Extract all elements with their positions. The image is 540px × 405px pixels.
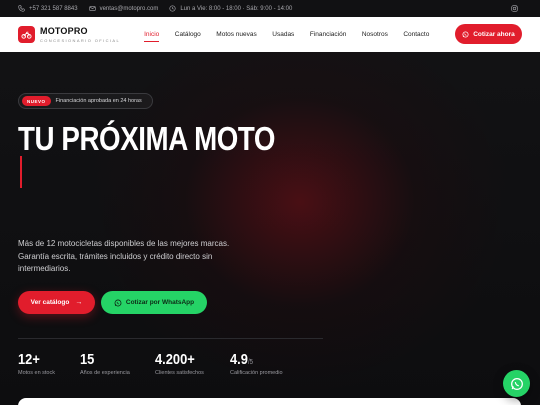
stats-divider bbox=[18, 338, 323, 339]
hero-description: Más de 12 motocicletas disponibles de la… bbox=[18, 239, 230, 273]
hero-title: TU PRÓXIMA MOTO bbox=[18, 120, 276, 157]
whatsapp-icon bbox=[510, 377, 523, 390]
email-contact[interactable]: ventas@motopro.com bbox=[88, 5, 159, 12]
phone-contact[interactable]: +57 321 587 8843 bbox=[18, 5, 78, 12]
cotizar-whatsapp-button[interactable]: Cotizar por WhatsApp bbox=[101, 291, 207, 314]
email-text: ventas@motopro.com bbox=[99, 5, 159, 12]
nav-item-usadas[interactable]: Usadas bbox=[272, 31, 294, 38]
stat-clientes: 4.200+ Clientes satisfechos bbox=[155, 351, 204, 376]
arrow-right-icon: → bbox=[75, 299, 83, 306]
phone-icon bbox=[18, 5, 25, 12]
badge-tag: NUEVO bbox=[22, 96, 51, 106]
financing-badge: NUEVO Financiación aprobada en 24 horas bbox=[18, 93, 153, 109]
stat-experiencia: 15 Años de experiencia bbox=[80, 351, 130, 376]
motorcycle-icon bbox=[21, 31, 32, 39]
badge-text: Financiación aprobada en 24 horas bbox=[55, 98, 142, 104]
phone-text: +57 321 587 8843 bbox=[29, 5, 78, 12]
typing-cursor bbox=[20, 156, 22, 188]
nav-item-contacto[interactable]: Contacto bbox=[403, 31, 429, 38]
ver-catalogo-label: Ver catálogo bbox=[30, 299, 70, 306]
stat-motos-stock: 12+ Motos en stock bbox=[18, 351, 55, 376]
nav-item-nosotros[interactable]: Nosotros bbox=[362, 31, 388, 38]
whatsapp-label: Cotizar por WhatsApp bbox=[125, 299, 195, 306]
stat-label: Motos en stock bbox=[18, 370, 55, 376]
hero-section: NUEVO Financiación aprobada en 24 horas … bbox=[0, 52, 540, 405]
cotizar-ahora-button[interactable]: Cotizar ahora bbox=[455, 24, 522, 44]
search-card bbox=[18, 398, 521, 405]
clock-icon bbox=[169, 5, 176, 12]
main-navbar: MOTOPRO CONCESIONARIO OFICIAL Inicio Cat… bbox=[0, 17, 540, 52]
opening-hours: Lun a Vie: 8:00 - 18:00 · Sáb: 9:00 - 14… bbox=[169, 5, 292, 12]
nav-item-financiacion[interactable]: Financiación bbox=[310, 31, 347, 38]
stat-label: Años de experiencia bbox=[80, 370, 130, 376]
brand-name: MOTOPRO bbox=[40, 26, 88, 36]
nav-menu: Inicio Catálogo Motos nuevas Usadas Fina… bbox=[144, 31, 445, 42]
stat-label: Calificación promedio bbox=[230, 370, 283, 376]
instagram-icon[interactable] bbox=[511, 5, 518, 12]
brand-logo[interactable] bbox=[18, 26, 35, 43]
stat-label: Clientes satisfechos bbox=[155, 370, 204, 376]
stat-value: 12+ bbox=[18, 351, 40, 368]
mail-icon bbox=[88, 6, 96, 11]
brand[interactable]: MOTOPRO CONCESIONARIO OFICIAL bbox=[40, 26, 120, 43]
whatsapp-icon bbox=[462, 30, 469, 38]
stat-calificacion: 4.9/5 Calificación promedio bbox=[230, 351, 283, 376]
top-info-bar: +57 321 587 8843 ventas@motopro.com Lun … bbox=[0, 0, 540, 17]
nav-item-motos-nuevas[interactable]: Motos nuevas bbox=[216, 31, 256, 38]
stat-value: 4.9/5 bbox=[230, 351, 253, 368]
stat-value: 15 bbox=[80, 351, 95, 368]
stat-value: 4.200+ bbox=[155, 351, 195, 368]
nav-item-inicio[interactable]: Inicio bbox=[144, 31, 160, 42]
cta-label: Cotizar ahora bbox=[473, 30, 515, 38]
whatsapp-icon bbox=[114, 299, 122, 306]
brand-tagline: CONCESIONARIO OFICIAL bbox=[40, 38, 121, 43]
whatsapp-floating-button[interactable] bbox=[503, 370, 530, 397]
hours-text: Lun a Vie: 8:00 - 18:00 · Sáb: 9:00 - 14… bbox=[180, 5, 293, 12]
ver-catalogo-button[interactable]: Ver catálogo → bbox=[18, 291, 95, 314]
nav-item-catalogo[interactable]: Catálogo bbox=[175, 31, 201, 38]
